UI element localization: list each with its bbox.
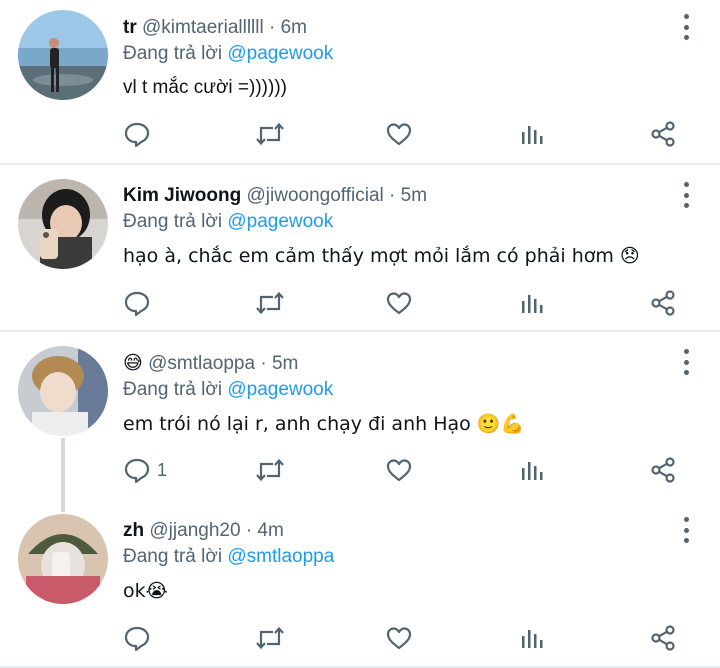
more-options-icon[interactable] bbox=[682, 182, 690, 208]
display-name[interactable]: Kim Jiwoong bbox=[123, 185, 241, 206]
reply-button[interactable] bbox=[123, 621, 157, 655]
like-button[interactable] bbox=[385, 286, 413, 320]
reply-button[interactable] bbox=[123, 117, 157, 151]
avatar[interactable] bbox=[18, 179, 108, 269]
separator-dot: · bbox=[389, 185, 396, 206]
reply-count: 1 bbox=[157, 459, 168, 480]
replying-to-label: Đang trả lời bbox=[123, 211, 223, 232]
replying-to-label: Đang trả lời bbox=[123, 546, 223, 567]
replying-to: Đang trả lời @smtlaoppa bbox=[123, 544, 660, 570]
retweet-button[interactable] bbox=[254, 117, 286, 151]
more-options-icon[interactable] bbox=[682, 349, 690, 375]
analytics-icon bbox=[522, 630, 543, 648]
avatar[interactable] bbox=[18, 514, 108, 604]
display-name[interactable]: tr bbox=[123, 17, 137, 38]
retweet-icon bbox=[256, 291, 284, 315]
user-handle[interactable]: @jjangh20 bbox=[149, 520, 240, 541]
action-bar: 1 bbox=[123, 453, 683, 487]
tweet[interactable]: Kim Jiwoong @jiwoongofficial · 5m Đang t… bbox=[0, 165, 720, 332]
action-bar bbox=[123, 621, 683, 655]
tweet-text: vl t mắc cười =)))))) bbox=[123, 77, 287, 98]
share-button[interactable] bbox=[649, 453, 677, 487]
retweet-button[interactable] bbox=[254, 286, 286, 320]
share-icon bbox=[651, 290, 675, 316]
reply-icon bbox=[124, 122, 150, 148]
share-icon bbox=[651, 625, 675, 651]
mention-link[interactable]: @pagewook bbox=[227, 43, 333, 64]
replying-to: Đang trả lời @pagewook bbox=[123, 41, 660, 67]
avatar[interactable] bbox=[18, 10, 108, 100]
retweet-icon bbox=[256, 458, 284, 482]
separator-dot: · bbox=[245, 520, 253, 541]
display-name[interactable]: 😅 bbox=[123, 352, 143, 374]
thread-connector bbox=[61, 500, 65, 512]
replying-to: Đang trả lời @pagewook bbox=[123, 209, 660, 235]
tweet-text: ok😭 bbox=[123, 580, 168, 602]
like-button[interactable] bbox=[385, 453, 413, 487]
timestamp[interactable]: 4m bbox=[257, 520, 283, 541]
separator-dot: · bbox=[260, 353, 267, 374]
tweet[interactable]: zh @jjangh20 · 4m Đang trả lời @smtlaopp… bbox=[0, 500, 720, 668]
tweet[interactable]: tr @kimtaeriallllll · 6m Đang trả lời @p… bbox=[0, 0, 720, 165]
share-icon bbox=[651, 457, 675, 483]
mention-link[interactable]: @pagewook bbox=[227, 379, 333, 400]
analytics-button[interactable] bbox=[519, 453, 545, 487]
more-options-icon[interactable] bbox=[682, 517, 690, 543]
like-icon bbox=[386, 459, 412, 482]
reply-icon bbox=[124, 291, 150, 317]
reply-icon bbox=[124, 626, 150, 652]
action-bar bbox=[123, 286, 683, 320]
share-button[interactable] bbox=[649, 117, 677, 151]
analytics-button[interactable] bbox=[519, 117, 545, 151]
replying-to-label: Đang trả lời bbox=[123, 379, 223, 400]
share-icon bbox=[651, 121, 675, 147]
like-icon bbox=[386, 627, 412, 650]
timestamp[interactable]: 6m bbox=[281, 17, 307, 38]
analytics-button[interactable] bbox=[519, 286, 545, 320]
like-icon bbox=[386, 123, 412, 146]
replying-to-label: Đang trả lời bbox=[123, 43, 223, 64]
analytics-icon bbox=[522, 462, 543, 480]
reply-icon bbox=[124, 458, 150, 484]
like-icon bbox=[386, 292, 412, 315]
retweet-button[interactable] bbox=[254, 621, 286, 655]
analytics-icon bbox=[522, 295, 543, 313]
user-handle[interactable]: @smtlaoppa bbox=[148, 353, 255, 374]
share-button[interactable] bbox=[649, 286, 677, 320]
reply-feed: tr @kimtaeriallllll · 6m Đang trả lời @p… bbox=[0, 0, 720, 668]
more-options-icon[interactable] bbox=[682, 14, 690, 40]
analytics-button[interactable] bbox=[519, 621, 545, 655]
reply-button[interactable]: 1 bbox=[123, 453, 167, 487]
reply-button[interactable] bbox=[123, 286, 157, 320]
mention-link[interactable]: @pagewook bbox=[227, 211, 333, 232]
analytics-icon bbox=[522, 126, 543, 144]
tweet-text: hạo à, chắc em cảm thấy mợt mỏi lắm có p… bbox=[123, 245, 640, 267]
display-name[interactable]: zh bbox=[123, 520, 144, 541]
share-button[interactable] bbox=[649, 621, 677, 655]
retweet-icon bbox=[256, 626, 284, 650]
retweet-button[interactable] bbox=[254, 453, 286, 487]
tweet-text: em trói nó lại r, anh chạy đi anh Hạo 🙂💪 bbox=[123, 413, 525, 435]
timestamp[interactable]: 5m bbox=[272, 353, 298, 374]
action-bar bbox=[123, 117, 683, 151]
user-handle[interactable]: @jiwoongofficial bbox=[247, 185, 384, 206]
replying-to: Đang trả lời @pagewook bbox=[123, 377, 660, 403]
timestamp[interactable]: 5m bbox=[401, 185, 427, 206]
tweet[interactable]: 😅 @smtlaoppa · 5m Đang trả lời @pagewook… bbox=[0, 332, 720, 510]
avatar[interactable] bbox=[18, 346, 108, 436]
separator-dot: · bbox=[269, 17, 276, 38]
user-handle[interactable]: @kimtaeriallllll bbox=[142, 17, 264, 38]
retweet-icon bbox=[256, 122, 284, 146]
mention-link[interactable]: @smtlaoppa bbox=[227, 546, 334, 567]
like-button[interactable] bbox=[385, 117, 413, 151]
like-button[interactable] bbox=[385, 621, 413, 655]
